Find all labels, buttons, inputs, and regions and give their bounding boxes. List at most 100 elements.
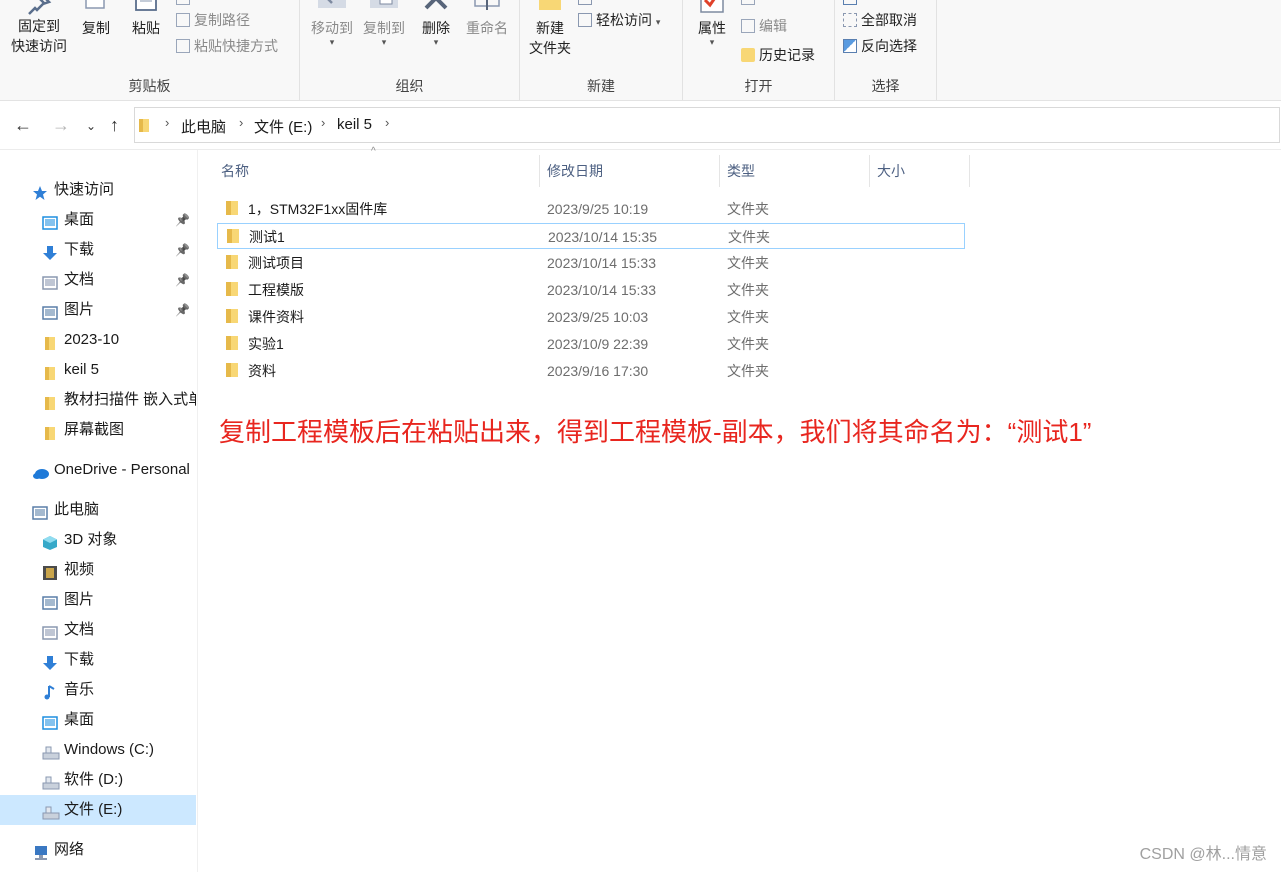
sidebar-item[interactable]: 3D 对象 [0, 525, 196, 555]
file-type: 文件夹 [727, 336, 769, 352]
sidebar-item[interactable]: 桌面 📌 [0, 205, 196, 235]
copy-to-button[interactable]: 复制到 ▾ [356, 0, 412, 52]
select-all-button[interactable] [843, 0, 861, 8]
delete-icon [424, 0, 448, 10]
folder-icon [42, 332, 58, 350]
rename-button[interactable]: 重命名 [460, 0, 514, 38]
sidebar-item-label: 屏幕截图 [64, 421, 125, 438]
breadcrumb-drive-e[interactable]: 文件 (E:) [254, 116, 312, 137]
paste-shortcut-button[interactable]: 粘贴快捷方式 [176, 36, 278, 56]
sidebar-item[interactable]: 下载 [0, 645, 196, 675]
sidebar-item-label: Windows (C:) [64, 741, 155, 758]
paste-shortcut-icon [176, 39, 190, 53]
sidebar-item[interactable]: Windows (C:) [0, 735, 196, 765]
sidebar-item-label: 文件 (E:) [64, 801, 123, 818]
sidebar-item[interactable]: 教材扫描件 嵌入式单 [0, 385, 196, 415]
forward-button[interactable]: → [52, 115, 70, 135]
file-row[interactable]: 资料 2023/9/16 17:30 文件夹 [217, 358, 965, 384]
column-size[interactable]: 大小 [873, 155, 970, 187]
sidebar-item[interactable]: 屏幕截图 [0, 415, 196, 445]
open-button[interactable] [741, 0, 759, 8]
sidebar-item[interactable]: 视频 [0, 555, 196, 585]
up-button[interactable]: ↑ [110, 115, 119, 135]
paste-button[interactable]: 粘贴 [126, 0, 166, 38]
star-icon [32, 182, 48, 200]
file-type: 文件夹 [727, 363, 769, 379]
sidebar-item[interactable]: 文档 📌 [0, 265, 196, 295]
new-folder-button[interactable]: 新建 文件夹 [522, 0, 578, 58]
properties-button[interactable]: 属性 ▾ [689, 0, 735, 52]
sidebar-item-label: 文档 [64, 621, 95, 638]
sidebar-item-label: 2023-10 [64, 331, 120, 348]
download-icon [42, 242, 58, 260]
move-to-button[interactable]: 移动到 ▾ [304, 0, 360, 52]
breadcrumb-keil5[interactable]: keil 5 [337, 116, 372, 133]
select-none-button[interactable]: 全部取消 [843, 10, 917, 30]
sidebar-item[interactable]: 图片 [0, 585, 196, 615]
picture-icon [42, 302, 58, 320]
column-type[interactable]: 类型 [723, 155, 870, 187]
breadcrumb-this-pc[interactable]: 此电脑 [181, 116, 226, 137]
address-bar[interactable]: › 此电脑 › 文件 (E:) › keil 5 › [134, 107, 1280, 143]
sidebar-item[interactable]: OneDrive - Personal [0, 455, 196, 485]
pinned-icon[interactable]: 📌 [175, 295, 190, 325]
delete-button[interactable]: 删除 ▾ [414, 0, 458, 52]
edit-label: 编辑 [759, 18, 787, 34]
copy-path-button[interactable]: 复制路径 [176, 10, 250, 30]
pin-to-quick-access-button[interactable]: 固定到 快速访问 [4, 0, 74, 56]
new-folder-label-line1: 新建 [536, 20, 564, 36]
sidebar-item[interactable]: keil 5 [0, 355, 196, 385]
copy-path-label: 复制路径 [194, 12, 250, 28]
new-folder-label-line2: 文件夹 [529, 40, 571, 56]
sidebar-item[interactable]: 此电脑 [0, 495, 196, 525]
sidebar-item[interactable]: 图片 📌 [0, 295, 196, 325]
delete-caret-icon: ▾ [433, 37, 439, 47]
file-modified-date: 2023/9/16 17:30 [547, 363, 649, 379]
back-button[interactable]: ← [14, 115, 32, 135]
file-name: 资料 [248, 363, 276, 379]
column-name[interactable]: 名称 [217, 155, 540, 187]
pinned-icon[interactable]: 📌 [175, 205, 190, 235]
file-row[interactable]: 课件资料 2023/9/25 10:03 文件夹 [217, 304, 965, 330]
new-item-icon [578, 0, 592, 5]
sidebar-item[interactable]: 音乐 [0, 675, 196, 705]
column-modified[interactable]: 修改日期 [543, 155, 720, 187]
clipboard-group-label: 剪贴板 [128, 78, 171, 94]
sidebar-item[interactable]: 文档 [0, 615, 196, 645]
copy-button[interactable]: 复制 [76, 0, 116, 38]
column-header: ^ 名称 修改日期 类型 大小 [217, 146, 977, 187]
organize-group-label: 组织 [395, 78, 424, 94]
drive-icon [42, 802, 60, 820]
sidebar-item[interactable]: 软件 (D:) [0, 765, 196, 795]
file-row[interactable]: 1，STM32F1xx固件库 2023/9/25 10:19 文件夹 [217, 196, 965, 222]
pinned-icon[interactable]: 📌 [175, 235, 190, 265]
folder-icon [139, 119, 149, 132]
easy-access-button[interactable]: 轻松访问 ▾ [578, 10, 660, 32]
pinned-icon[interactable]: 📌 [175, 265, 190, 295]
copy-to-icon [370, 0, 398, 8]
sidebar-item[interactable]: 桌面 [0, 705, 196, 735]
file-row[interactable]: 测试项目 2023/10/14 15:33 文件夹 [217, 250, 965, 276]
file-row[interactable]: 实验1 2023/10/9 22:39 文件夹 [217, 331, 965, 357]
sidebar-item[interactable]: 网络 [0, 835, 196, 865]
cut-button[interactable] [176, 0, 194, 8]
sidebar-item-label: 网络 [54, 841, 85, 858]
new-group: 新建 文件夹 轻松访问 ▾ 新建 [520, 0, 683, 100]
sidebar-item[interactable]: 文件 (E:) [0, 795, 196, 825]
edit-button[interactable]: 编辑 [741, 16, 787, 36]
sidebar-item[interactable]: 下载 📌 [0, 235, 196, 265]
file-row[interactable]: 测试1 2023/10/14 15:35 文件夹 [217, 223, 965, 249]
organize-group: 移动到 ▾ 复制到 ▾ 删除 ▾ 重命名 组织 [300, 0, 520, 100]
file-modified-date: 2023/10/9 22:39 [547, 336, 649, 352]
select-none-label: 全部取消 [861, 12, 917, 28]
sidebar-item[interactable]: 2023-10 [0, 325, 196, 355]
recent-locations-button[interactable]: ⌄ [86, 116, 96, 136]
history-button[interactable]: 历史记录 [741, 45, 815, 65]
folder-icon [226, 282, 238, 296]
sidebar-item-label: keil 5 [64, 361, 100, 378]
file-row[interactable]: 工程模版 2023/10/14 15:33 文件夹 [217, 277, 965, 303]
new-item-button[interactable] [578, 0, 596, 8]
sidebar-item[interactable]: 快速访问 [0, 175, 196, 205]
invert-selection-button[interactable]: 反向选择 [843, 36, 917, 56]
music-icon [42, 682, 58, 700]
